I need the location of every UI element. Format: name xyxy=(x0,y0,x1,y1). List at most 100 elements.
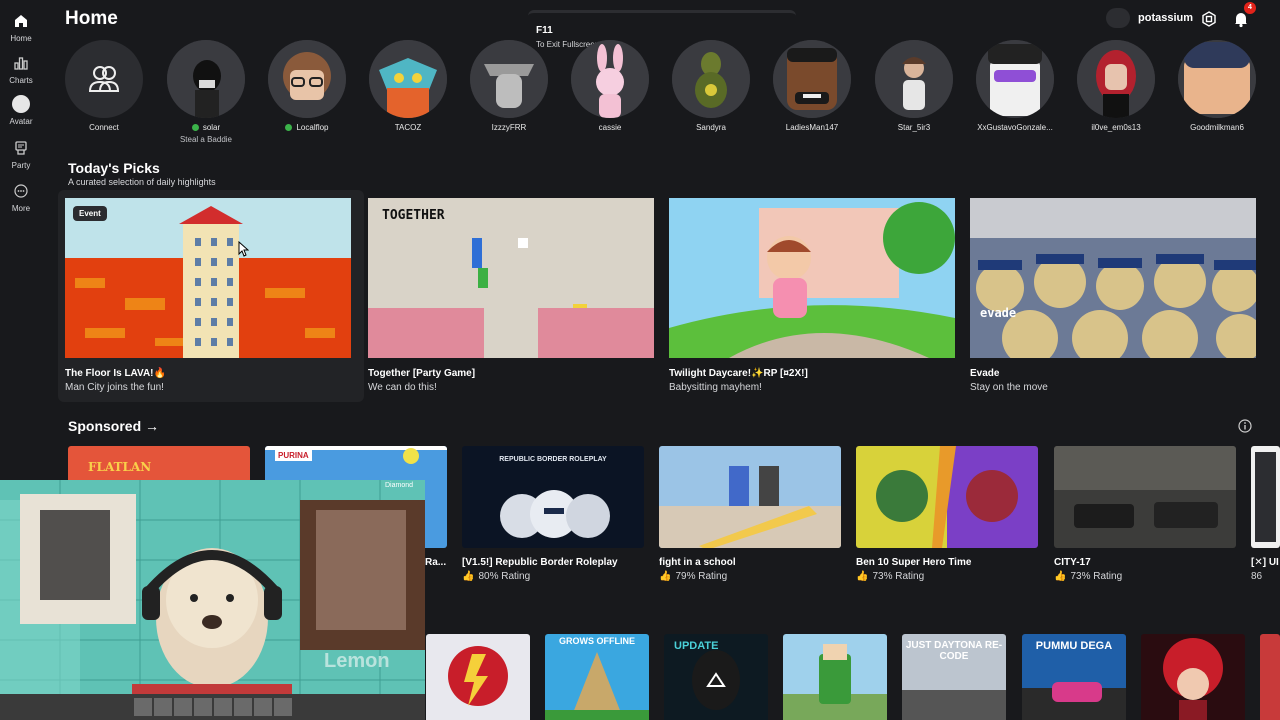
info-icon[interactable] xyxy=(1238,419,1252,438)
connect-avatar xyxy=(65,40,143,118)
section-title-sponsored[interactable]: Sponsored → xyxy=(68,418,159,434)
thumbnail-text: evade xyxy=(980,306,1017,320)
game-thumbnail xyxy=(856,446,1038,548)
sponsored-card[interactable]: CITY-17 👍 73% Rating xyxy=(1054,446,1236,582)
sponsored-title: Ben 10 Super Hero Time xyxy=(856,557,972,568)
thumbnail-text: GROWS OFFLINE xyxy=(559,636,635,646)
game-thumbnail xyxy=(659,446,841,548)
robux-icon[interactable] xyxy=(1201,11,1217,32)
sponsored-rating: 80% Rating xyxy=(478,571,531,582)
friend-avatar xyxy=(672,40,750,118)
thumbnail-text: REPUBLIC BORDER ROLEPLAY xyxy=(499,456,607,463)
friend-name: Sandyra xyxy=(696,123,726,132)
friend-il0veem0s13[interactable]: il0ve_em0s13 xyxy=(1066,40,1166,132)
game-tile[interactable]: PUMMU DEGA xyxy=(1022,634,1126,720)
tooltip-key: F11 xyxy=(536,25,553,36)
nav-label: Charts xyxy=(9,76,33,85)
friend-ladiesman147[interactable]: LadiesMan147 xyxy=(762,40,862,132)
sponsored-rating: 73% Rating xyxy=(872,571,925,582)
pick-title: Together [Party Game] xyxy=(368,368,476,379)
username: potassium xyxy=(1138,12,1194,24)
game-thumbnail xyxy=(1054,446,1236,548)
game-thumbnail: REPUBLIC BORDER ROLEPLAY xyxy=(462,446,644,548)
nav-item-avatar[interactable]: Avatar xyxy=(0,95,42,126)
sponsored-title: CITY-17 xyxy=(1054,557,1091,568)
thumbnail-text: TOGETHER xyxy=(382,208,445,223)
sponsored-title: [V1.5!] Republic Border Roleplay xyxy=(462,557,618,568)
game-tile[interactable]: JUST DAYTONA RE-CODE xyxy=(902,634,1006,720)
pick-card-together[interactable]: TOGETHER Together [Party Game] We can do… xyxy=(368,198,654,393)
nav-label: Home xyxy=(10,34,32,43)
friend-avatar xyxy=(470,40,548,118)
pick-subtitle: Babysitting mayhem! xyxy=(669,382,762,393)
pick-subtitle: We can do this! xyxy=(368,382,437,393)
nav-item-home[interactable]: Home xyxy=(0,12,42,43)
pick-card-floor-is-lava[interactable]: Event The Floor Is LAVA!🔥 Man City joins… xyxy=(65,198,351,393)
game-thumbnail: Event xyxy=(65,198,351,358)
friend-avatar xyxy=(369,40,447,118)
friend-goodmilkman6[interactable]: Goodmilkman6 xyxy=(1167,40,1267,132)
user-profile[interactable]: potassium xyxy=(1106,8,1193,28)
sponsored-card[interactable]: fight in a school 👍 79% Rating xyxy=(659,446,841,582)
nav-item-more[interactable]: More xyxy=(0,182,42,213)
avatar-icon xyxy=(12,95,30,113)
friend-name: cassie xyxy=(598,123,622,132)
friend-tacoz[interactable]: TACOZ xyxy=(358,40,458,132)
friend-name: IzzzyFRR xyxy=(491,123,527,132)
sponsored-card[interactable]: Ben 10 Super Hero Time 👍 73% Rating xyxy=(856,446,1038,582)
webcam-label: Diamond xyxy=(385,482,414,489)
pick-subtitle: Stay on the move xyxy=(970,382,1048,393)
notification-badge: 4 xyxy=(1244,2,1256,14)
pick-card-evade[interactable]: evade Evade Stay on the move xyxy=(970,198,1256,393)
friend-name: solar xyxy=(202,123,221,132)
friend-cassie[interactable]: cassie xyxy=(560,40,660,132)
online-indicator xyxy=(191,124,199,131)
friend-avatar xyxy=(268,40,346,118)
friend-name: XxGustavoGonzale... xyxy=(977,123,1053,132)
game-tile[interactable] xyxy=(1260,634,1280,720)
friend-sandyra[interactable]: Sandyra xyxy=(661,40,761,132)
nav-item-party[interactable]: Party xyxy=(0,139,42,170)
section-title-todays-picks: Today's Picks xyxy=(68,160,160,176)
game-thumbnail xyxy=(1251,446,1280,548)
friend-xxgustavo[interactable]: XxGustavoGonzale... xyxy=(965,40,1065,132)
friend-avatar xyxy=(875,40,953,118)
thumbs-up-icon: 👍 xyxy=(462,571,475,582)
game-tile[interactable] xyxy=(1141,634,1245,720)
game-tile[interactable]: GROWS OFFLINE xyxy=(545,634,649,720)
game-tile[interactable] xyxy=(426,634,530,720)
game-tile[interactable]: UPDATE xyxy=(664,634,768,720)
game-tile[interactable] xyxy=(783,634,887,720)
game-thumbnail: TOGETHER xyxy=(368,198,654,358)
charts-icon xyxy=(12,54,30,72)
pick-subtitle: Man City joins the fun! xyxy=(65,382,164,393)
webcam-overlay: Lemon xyxy=(0,480,425,720)
sponsored-card[interactable]: REPUBLIC BORDER ROLEPLAY [V1.5!] Republi… xyxy=(462,446,644,582)
thumbnail-text: UPDATE xyxy=(674,640,719,652)
pick-card-twilight-daycare[interactable]: Twilight Daycare!✨RP [¤2X!] Babysitting … xyxy=(669,198,955,393)
friend-avatar xyxy=(976,40,1054,118)
friend-avatar xyxy=(1077,40,1155,118)
sponsored-title: fight in a school xyxy=(659,557,736,568)
friend-localflop[interactable]: Localflop xyxy=(257,40,357,132)
mouse-cursor-icon xyxy=(237,240,250,262)
pick-title: Evade xyxy=(970,368,1000,379)
friend-name: TACOZ xyxy=(394,123,422,132)
sponsored-title: [✕] UI xyxy=(1251,557,1279,568)
nav-item-charts[interactable]: Charts xyxy=(0,54,42,85)
roblox-home-app: Home Charts Avatar Party More Home F11 T… xyxy=(0,0,1280,720)
thumbnail-text: FLATLAN xyxy=(88,460,152,474)
online-indicator xyxy=(285,124,293,131)
friend-star5ir3[interactable]: Star_5ir3 xyxy=(864,40,964,132)
pick-title: Twilight Daycare!✨RP [¤2X!] xyxy=(669,368,808,379)
sponsored-rating: 73% Rating xyxy=(1070,571,1123,582)
friend-connect[interactable]: Connect xyxy=(54,40,154,132)
user-avatar xyxy=(1106,8,1130,28)
friend-izzzyfrr[interactable]: IzzzyFRR xyxy=(459,40,559,132)
friend-name: Star_5ir3 xyxy=(897,123,931,132)
sponsored-card[interactable]: [✕] UI 86 xyxy=(1251,446,1280,582)
pick-title: The Floor Is LAVA!🔥 xyxy=(65,368,166,379)
friend-solar[interactable]: solar Steal a Baddie xyxy=(156,40,256,144)
friend-avatar xyxy=(773,40,851,118)
home-icon xyxy=(12,12,30,30)
